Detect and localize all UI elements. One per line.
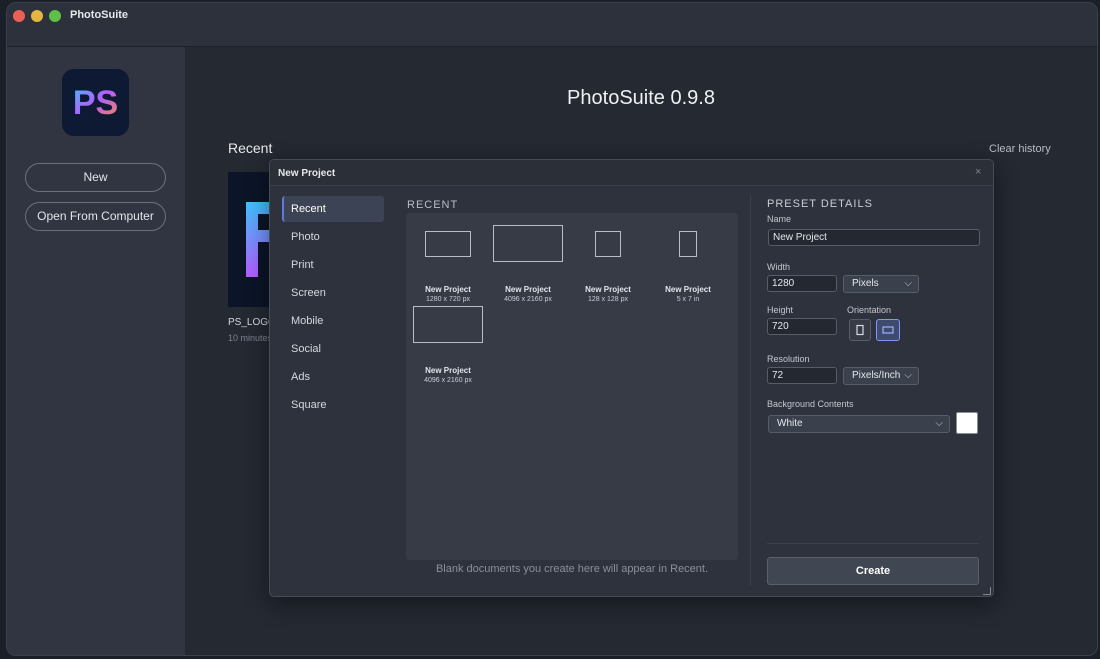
preset-shape	[679, 231, 697, 257]
preset-tile[interactable]: New Project 5 x 7 in	[648, 223, 728, 303]
preset-name: New Project	[665, 285, 711, 294]
background-contents-value: White	[777, 418, 803, 429]
dialog-divider	[750, 196, 751, 586]
preset-size: 5 x 7 in	[676, 296, 700, 303]
name-label: Name	[767, 214, 792, 224]
width-label: Width	[767, 262, 791, 272]
nav-item-print[interactable]: Print	[282, 252, 384, 278]
dialog-title: New Project	[278, 168, 336, 179]
minimize-window-button[interactable]	[31, 10, 43, 22]
portrait-orientation-button[interactable]	[849, 319, 871, 341]
background-contents-select[interactable]: White ⌵	[768, 415, 950, 433]
preset-tile[interactable]: New Project 4096 x 2160 px	[408, 304, 488, 384]
preset-name: New Project	[505, 285, 551, 294]
resize-grip-icon[interactable]	[983, 587, 991, 595]
width-unit-value: Pixels	[852, 278, 879, 289]
dialog-header: New Project ×	[270, 160, 993, 186]
dialog-close-icon[interactable]: ×	[975, 166, 981, 178]
preset-category-nav: Recent Photo Print Screen Mobile Social …	[282, 196, 386, 420]
width-input[interactable]	[767, 275, 837, 292]
preset-shape	[413, 306, 483, 343]
width-unit-select[interactable]: Pixels ⌵	[843, 275, 919, 293]
preset-size: 128 x 128 px	[587, 296, 629, 303]
preset-shape	[595, 231, 621, 257]
resolution-label: Resolution	[767, 354, 810, 364]
chevron-down-icon: ⌵	[904, 370, 912, 381]
preset-size: 4096 x 2160 px	[424, 377, 472, 384]
toolbar	[7, 29, 1097, 47]
resolution-unit-value: Pixels/Inch	[852, 370, 901, 381]
app-logo-icon: PS	[62, 69, 129, 136]
close-window-button[interactable]	[13, 10, 25, 22]
recent-heading: Recent	[228, 140, 273, 156]
recent-file-time: 10 minutes	[228, 333, 273, 343]
create-button[interactable]: Create	[767, 557, 979, 585]
maximize-window-button[interactable]	[49, 10, 61, 22]
welcome-title: PhotoSuite 0.9.8	[567, 87, 715, 109]
preset-name: New Project	[425, 366, 471, 375]
preset-details-title: PRESET DETAILS	[767, 198, 873, 210]
preset-size: 1280 x 720 px	[426, 296, 470, 303]
recent-section-label: RECENT	[407, 199, 459, 211]
preset-tile[interactable]: New Project 1280 x 720 px	[408, 223, 488, 303]
new-project-dialog: New Project × Recent Photo Print Screen …	[269, 159, 994, 597]
clear-history-link[interactable]: Clear history	[989, 143, 1051, 155]
title-bar: PhotoSuite	[7, 3, 1097, 29]
app-logo-text: PS	[73, 84, 118, 122]
portrait-icon	[856, 324, 864, 336]
nav-item-screen[interactable]: Screen	[282, 280, 384, 306]
recent-presets-panel: New Project 1280 x 720 px New Project 40…	[406, 213, 738, 560]
recent-empty-hint: Blank documents you create here will app…	[435, 563, 709, 575]
height-label: Height	[767, 305, 794, 315]
open-from-computer-button[interactable]: Open From Computer	[25, 202, 166, 231]
preset-shape	[425, 231, 471, 257]
nav-item-square[interactable]: Square	[282, 392, 384, 418]
recent-file-thumbnail-graphic	[228, 172, 274, 307]
resolution-input[interactable]	[767, 367, 837, 384]
details-divider	[767, 543, 979, 544]
nav-item-ads[interactable]: Ads	[282, 364, 384, 390]
chevron-down-icon: ⌵	[904, 278, 912, 289]
resolution-unit-select[interactable]: Pixels/Inch ⌵	[843, 367, 919, 385]
preset-tile[interactable]: New Project 4096 x 2160 px	[488, 223, 568, 303]
app-logo-graphic: PS	[62, 69, 129, 136]
background-contents-label: Background Contents	[767, 399, 854, 409]
nav-item-mobile[interactable]: Mobile	[282, 308, 384, 334]
recent-file-thumbnail[interactable]	[228, 172, 274, 307]
nav-item-social[interactable]: Social	[282, 336, 384, 362]
landscape-icon	[882, 326, 894, 334]
nav-item-recent[interactable]: Recent	[282, 196, 384, 222]
preset-size: 4096 x 2160 px	[504, 296, 552, 303]
preset-name: New Project	[585, 285, 631, 294]
chevron-down-icon: ⌵	[935, 418, 943, 429]
new-button[interactable]: New	[25, 163, 166, 192]
preset-tile[interactable]: New Project 128 x 128 px	[568, 223, 648, 303]
height-input[interactable]	[767, 318, 837, 335]
background-color-swatch[interactable]	[956, 412, 978, 434]
name-input[interactable]	[768, 229, 980, 246]
sidebar: PS New Open From Computer	[7, 47, 185, 655]
orientation-label: Orientation	[847, 305, 892, 315]
app-title: PhotoSuite	[70, 9, 129, 21]
nav-item-photo[interactable]: Photo	[282, 224, 384, 250]
preset-name: New Project	[425, 285, 471, 294]
preset-shape	[493, 225, 563, 262]
landscape-orientation-button[interactable]	[876, 319, 900, 341]
